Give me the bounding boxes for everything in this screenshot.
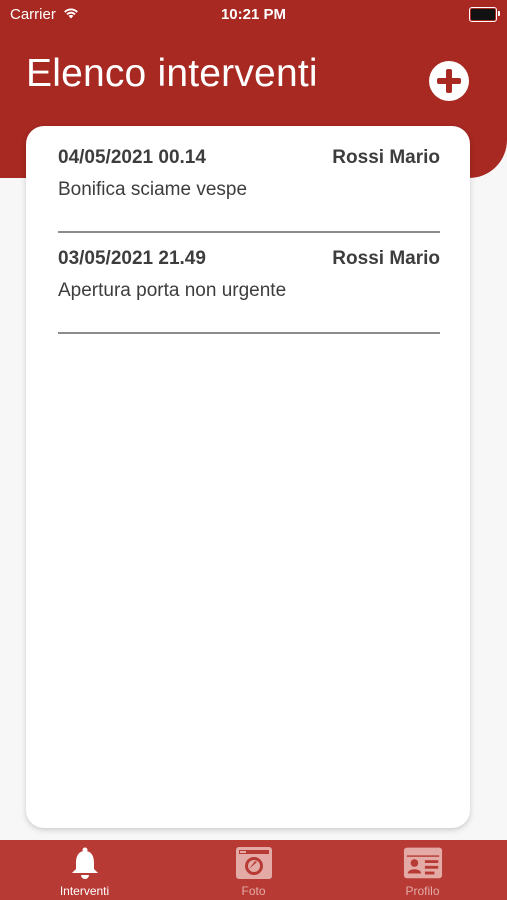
item-description: Bonifica sciame vespe [58,179,248,200]
list-item[interactable]: 03/05/2021 21.49 Rossi Mario Apertura po… [58,227,440,334]
item-date: 04/05/2021 00.14 [58,147,206,168]
page-title: Elenco interventi [26,52,318,95]
tab-label: Foto [241,884,266,898]
tab-foto[interactable]: Foto [169,840,338,900]
app-screen: Carrier 10:21 PM Elenco interventi 04/05… [0,0,507,900]
tab-interventi[interactable]: Interventi [0,840,169,900]
add-intervention-button[interactable] [429,61,469,101]
item-person: Rossi Mario [332,248,440,269]
item-person: Rossi Mario [332,147,440,168]
item-description: Apertura porta non urgente [58,280,287,301]
tab-profilo[interactable]: Profilo [338,840,507,900]
tab-bar: Interventi Foto Profilo [0,840,507,900]
bell-icon [65,845,105,881]
camera-icon [234,845,274,881]
item-date: 03/05/2021 21.49 [58,248,206,269]
tab-label: Profilo [405,884,440,898]
battery-icon [469,7,500,22]
status-bar: Carrier 10:21 PM [0,0,507,30]
list-item[interactable]: 04/05/2021 00.14 Rossi Mario Bonifica sc… [58,126,440,233]
interventions-card: 04/05/2021 00.14 Rossi Mario Bonifica sc… [26,126,470,828]
item-divider [58,332,440,334]
status-time: 10:21 PM [220,6,287,23]
id-card-icon [403,845,443,881]
tab-label: Interventi [59,884,110,898]
